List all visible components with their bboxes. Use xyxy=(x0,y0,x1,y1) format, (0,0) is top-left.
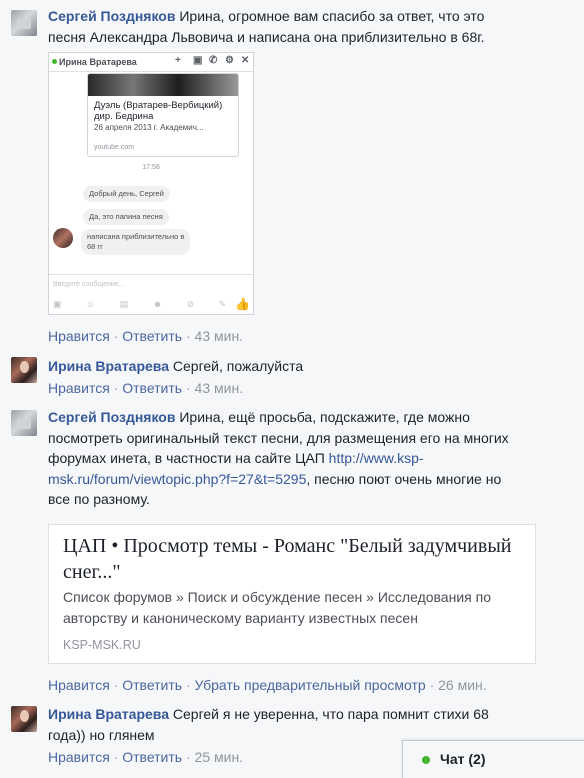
comment-text: , песню поют очень многие но xyxy=(306,470,502,487)
comment-text: песня Александра Львовича и написана она… xyxy=(48,28,485,45)
reply-link[interactable]: Ответить xyxy=(122,380,182,396)
chat-bubble: Да, это папина песня xyxy=(83,209,169,225)
message-placeholder: Введите сообщение... xyxy=(53,281,125,288)
comment-body: Сергей Поздняков Ирина, огромное вам спа… xyxy=(48,6,568,47)
chat-label[interactable]: Чат (2) xyxy=(440,751,485,767)
comment-author[interactable]: Ирина Вратарева xyxy=(48,358,169,374)
comment-time[interactable]: 25 мин. xyxy=(195,749,244,765)
chat-window-header: Ирина Вратарева + ▣ ✆ ⚙ ✕ xyxy=(49,53,253,72)
comment-time[interactable]: 43 мин. xyxy=(195,328,244,344)
reply-link[interactable]: Ответить xyxy=(122,328,182,344)
comment-author[interactable]: Ирина Вратарева xyxy=(48,706,169,722)
like-link[interactable]: Нравится xyxy=(48,328,110,344)
thumbs-up-icon: 👍 xyxy=(235,297,250,311)
chat-bubble: Добрый день, Сергей xyxy=(83,186,170,202)
link-preview[interactable]: ЦАП • Просмотр темы - Романс "Белый заду… xyxy=(48,524,536,664)
like-link[interactable]: Нравится xyxy=(48,380,110,396)
like-link[interactable]: Нравится xyxy=(48,749,110,765)
avatar[interactable] xyxy=(11,10,37,36)
video-thumbnail xyxy=(88,74,238,96)
comment-time[interactable]: 26 мин. xyxy=(438,677,487,693)
phone-icon: ✆ xyxy=(209,55,218,66)
avatar[interactable] xyxy=(11,410,37,436)
composer-tools-icon: ▣ ☺ ▤ ☻ ⊘ ✎ xyxy=(53,299,238,309)
avatar xyxy=(53,228,73,248)
online-status-icon xyxy=(422,756,430,764)
close-icon: ✕ xyxy=(241,55,250,66)
remove-preview-link[interactable]: Убрать предварительный просмотр xyxy=(195,677,426,693)
comment-body: Сергей Поздняков Ирина, ещё просьба, под… xyxy=(48,407,568,510)
comment-body: Ирина Вратарева Сергей я не уверенна, чт… xyxy=(48,704,568,745)
comment-actions: Нравится · Ответить · 43 мин. xyxy=(48,380,244,396)
comment-text: Ирина, огромное вам спасибо за ответ, чт… xyxy=(179,8,485,24)
online-status-icon xyxy=(52,59,57,64)
preview-domain: KSP-MSK.RU xyxy=(63,638,141,652)
chat-window-title: Ирина Вратарева xyxy=(59,57,137,67)
forum-link[interactable]: http://www.ksp- xyxy=(329,450,424,466)
chat-timestamp: 17:58 xyxy=(142,164,160,171)
comment-text: посмотреть оригинальный текст песни, для… xyxy=(48,429,509,446)
shared-video-card: Дуэль (Вратарев-Вербицкий) дир. Бедрина … xyxy=(87,73,239,157)
chat-bubble: написана приблизительно в 68 гг xyxy=(81,229,191,255)
comment-author[interactable]: Сергей Поздняков xyxy=(48,409,175,425)
preview-title[interactable]: ЦАП • Просмотр темы - Романс "Белый заду… xyxy=(63,533,523,585)
attached-screenshot[interactable]: Ирина Вратарева + ▣ ✆ ⚙ ✕ Дуэль (Вратаре… xyxy=(48,52,254,315)
comment-actions: Нравится · Ответить · Убрать предварител… xyxy=(48,677,487,693)
reply-link[interactable]: Ответить xyxy=(122,749,182,765)
comment-text: все по разному. xyxy=(48,491,150,507)
preview-description: Список форумов » Поиск и обсуждение песе… xyxy=(63,589,491,626)
comment-text: Сергей, пожалуйста xyxy=(172,358,304,374)
comment-body: Ирина Вратарева Сергей, пожалуйста xyxy=(48,356,568,377)
video-icon: ▣ xyxy=(193,55,203,66)
avatar[interactable] xyxy=(11,706,37,732)
comment-text: форумах инета, в частности на сайте ЦАП xyxy=(48,450,325,466)
comment-text: Ирина, ещё просьба, подскажите, где можн… xyxy=(179,409,470,425)
add-icon: + xyxy=(175,55,181,66)
comment-text: Сергей я не уверенна, что пара помнит ст… xyxy=(172,706,489,722)
forum-link[interactable]: msk.ru/forum/viewtopic.php?f=27&t=5295 xyxy=(48,471,306,487)
comment-actions: Нравится · Ответить · 25 мин. xyxy=(48,749,244,765)
comment-time[interactable]: 43 мин. xyxy=(195,380,244,396)
reply-link[interactable]: Ответить xyxy=(122,677,182,693)
gear-icon: ⚙ xyxy=(225,55,234,66)
chat-composer: Введите сообщение... ▣ ☺ ▤ ☻ ⊘ ✎ 👍 xyxy=(49,274,253,314)
comment-text: года)) но глянем xyxy=(48,726,155,743)
comment-actions: Нравится · Ответить · 43 мин. xyxy=(48,328,244,344)
video-title: Дуэль (Вратарев-Вербицкий) дир. Бедрина … xyxy=(94,100,223,132)
chat-tab[interactable]: Чат (2) xyxy=(402,740,584,778)
comment-author[interactable]: Сергей Поздняков xyxy=(48,8,175,24)
avatar[interactable] xyxy=(11,357,37,383)
video-url: youtube.com xyxy=(94,144,135,151)
like-link[interactable]: Нравится xyxy=(48,677,110,693)
